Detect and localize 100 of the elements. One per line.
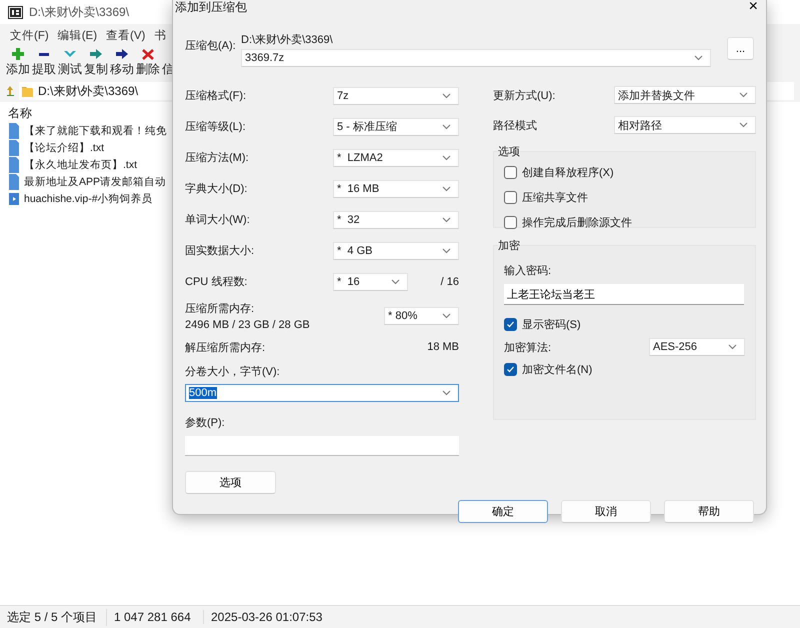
field-label: 更新方式(U): <box>493 88 556 102</box>
dropdown[interactable]: * 4 GB <box>333 242 459 260</box>
app-logo-icon <box>8 6 23 18</box>
toolbar-button[interactable]: 移动 <box>110 48 134 78</box>
window-title: D:\来财\外卖\3369\ <box>29 4 130 20</box>
toolbar-button[interactable]: 测试 <box>58 48 82 78</box>
close-button[interactable]: × <box>748 0 758 14</box>
add-icon <box>12 48 24 60</box>
document-icon <box>8 122 20 138</box>
checkbox[interactable] <box>504 318 517 331</box>
dialog-title: 添加到压缩包 <box>175 0 247 16</box>
dropdown[interactable]: 相对路径 <box>614 116 756 134</box>
field-label: 压缩格式(F): <box>185 88 246 103</box>
toolbar-button[interactable]: 复制 <box>84 48 108 78</box>
field-label: 压缩包(A): <box>185 38 237 53</box>
status-text: 2025-03-26 01:07:53 <box>210 610 324 624</box>
field-label: 字典大小(D): <box>185 182 248 196</box>
options-button[interactable]: 选项 <box>185 471 276 494</box>
memory-usage: 2496 MB / 23 GB / 28 GB <box>185 319 310 331</box>
document-icon <box>8 140 20 156</box>
dialog-button[interactable]: 取消 <box>561 500 651 523</box>
toolbar-button[interactable]: 提取 <box>32 48 56 78</box>
group-title: 加密 <box>498 238 520 253</box>
menu-item[interactable]: 文件(F) <box>10 28 49 42</box>
checkbox[interactable] <box>504 363 517 376</box>
dropdown[interactable]: 7z <box>333 86 459 104</box>
close-icon <box>142 48 154 60</box>
folder-icon <box>21 84 34 98</box>
field-label: 加密算法: <box>504 340 552 354</box>
toolbar-button[interactable]: 添加 <box>6 48 30 78</box>
chevron-icon <box>728 344 737 350</box>
field-label: 分卷大小，字节(V): <box>185 364 281 379</box>
chevron-icon <box>442 154 451 160</box>
menu-item[interactable]: 查看(V) <box>106 28 146 42</box>
archive-name-field[interactable]: 3369.7z <box>241 49 711 67</box>
checkbox[interactable] <box>504 166 517 179</box>
dropdown[interactable]: * 16 <box>333 272 408 290</box>
chevron-icon <box>442 124 451 130</box>
document-icon <box>8 156 20 172</box>
chevron-icon <box>442 313 451 319</box>
document-icon <box>8 174 20 190</box>
field-label: 输入密码: <box>504 264 552 278</box>
field-label: 压缩等级(L): <box>185 120 246 134</box>
chevron-icon <box>442 216 451 222</box>
chevron-icon <box>739 92 748 98</box>
chevron-icon <box>442 390 451 396</box>
chevron-icon <box>442 92 451 98</box>
checkbox[interactable] <box>504 216 517 229</box>
volume-size-field[interactable]: 500m <box>185 384 459 402</box>
dialog-button[interactable]: 确定 <box>458 500 548 523</box>
video-file-icon <box>8 190 20 206</box>
file-name[interactable]: huachishe.vip-#小狗饲养员 <box>24 192 153 206</box>
archive-path: D:\来财\外卖\3369\ <box>241 33 334 47</box>
checkbox[interactable] <box>504 191 517 204</box>
field-label: 参数(P): <box>185 416 226 430</box>
menu-item[interactable]: 编辑(E) <box>58 28 98 42</box>
checkbox-label: 压缩共享文件 <box>522 190 588 205</box>
dropdown[interactable]: 5 - 标准压缩 <box>333 118 459 136</box>
chevron-icon <box>694 55 703 61</box>
checkbox-label: 加密文件名(N) <box>522 362 592 377</box>
up-arrow-icon <box>6 85 14 97</box>
toolbar-button[interactable]: 删除 <box>136 48 160 78</box>
field-label: 压缩方法(M): <box>185 150 249 165</box>
field-label: 单词大小(W): <box>185 213 250 227</box>
file-name[interactable]: 【论坛介绍】.txt <box>24 140 104 154</box>
checkmark-icon <box>506 365 515 374</box>
chevron-icon <box>442 248 451 254</box>
parameters-field[interactable] <box>185 436 459 456</box>
dropdown[interactable]: * 32 <box>333 210 459 228</box>
status-text: 选定 5 / 5 个项目 <box>0 608 107 626</box>
checkmark-icon <box>506 320 515 329</box>
chevron-icon <box>391 278 400 284</box>
dropdown[interactable]: AES-256 <box>649 338 745 356</box>
checkbox-label: 显示密码(S) <box>522 318 581 332</box>
status-text: 1 047 281 664 <box>107 610 204 624</box>
field-label: 固实数据大小: <box>185 244 254 258</box>
file-name[interactable]: 【永久地址发布页】.txt <box>24 158 138 172</box>
dropdown[interactable]: 添加并替换文件 <box>614 86 756 104</box>
group-title: 选项 <box>498 145 520 159</box>
thread-count: / 16 <box>440 276 459 288</box>
dropdown[interactable]: * 16 MB <box>333 180 459 198</box>
checkbox-label: 创建自释放程序(X) <box>522 166 614 180</box>
arrow-right-icon <box>90 48 102 60</box>
memory-value: 18 MB <box>427 341 459 353</box>
menu-item[interactable]: 书 <box>154 28 166 42</box>
chevron-icon <box>442 186 451 192</box>
file-name[interactable]: 【来了就能下载和观看！纯免 <box>24 124 167 138</box>
password-field[interactable]: 上老王论坛当老王 <box>504 284 744 305</box>
browse-button[interactable]: ... <box>727 37 754 60</box>
arrow-right-icon <box>116 48 128 60</box>
checkbox-label: 操作完成后删除源文件 <box>522 216 632 230</box>
dialog-button[interactable]: 帮助 <box>664 500 754 523</box>
field-label: CPU 线程数: <box>185 275 248 289</box>
file-name[interactable]: 最新地址及APP请发邮箱自动 <box>24 174 166 188</box>
dropdown[interactable]: * 80% <box>384 307 459 325</box>
field-label: 压缩所需内存: <box>185 302 256 316</box>
field-label: 解压缩所需内存: <box>185 340 266 354</box>
dropdown[interactable]: * LZMA2 <box>333 148 459 166</box>
field-label: 路径模式 <box>493 118 538 132</box>
chevron-icon <box>739 122 748 128</box>
